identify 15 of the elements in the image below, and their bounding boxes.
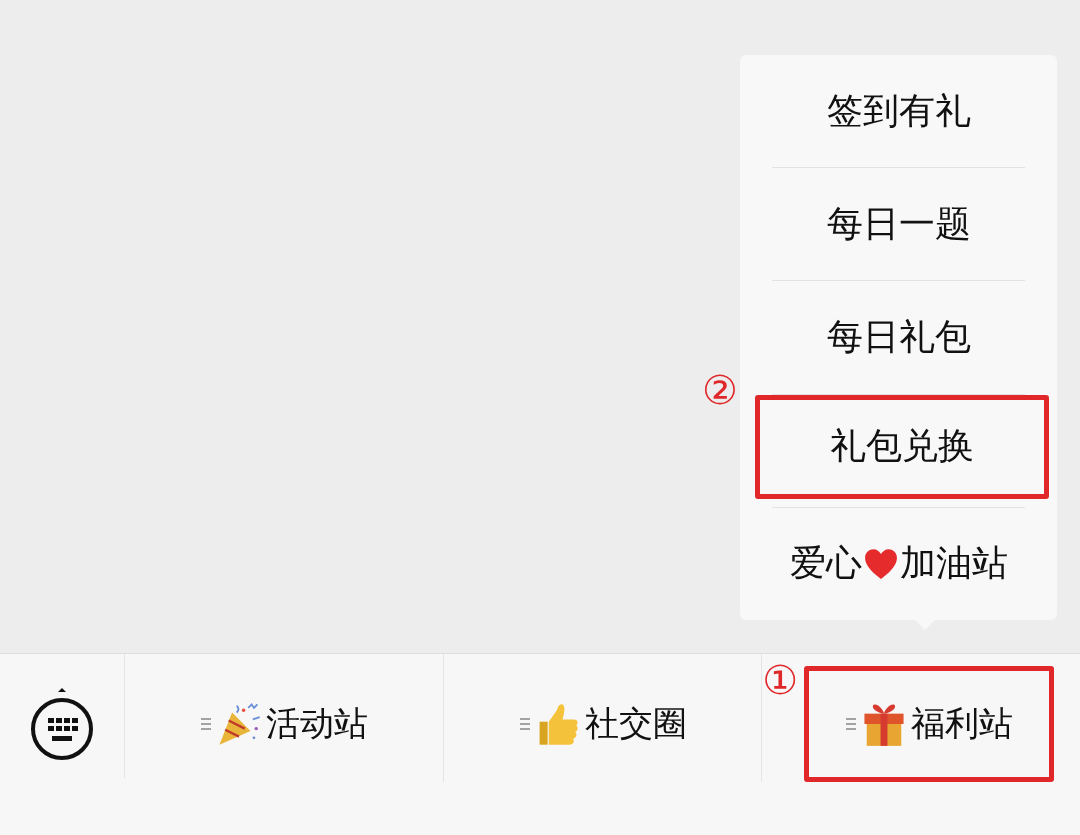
menu-lines-icon (518, 717, 531, 731)
menu-lines-icon (199, 717, 212, 731)
annotation-number: ① (762, 660, 799, 700)
menu-item[interactable]: 每日一题 (740, 168, 1057, 281)
menu-item[interactable]: 礼包兑换 (755, 394, 1049, 499)
menu-item[interactable]: 每日礼包 (740, 281, 1057, 394)
menu-tab[interactable]: 福利站 (804, 666, 1054, 782)
menu-tab[interactable]: 活动站 (125, 666, 443, 782)
menu-tab[interactable]: 社交圈 (443, 666, 762, 782)
heart-icon (863, 547, 898, 580)
annotation-number: ② (702, 369, 738, 410)
menu-lines-icon (845, 717, 858, 731)
menu-item[interactable]: 爱心 加油站 (740, 507, 1057, 620)
menu-item[interactable]: 签到有礼 (740, 55, 1057, 168)
keyboard-icon[interactable] (29, 688, 95, 762)
